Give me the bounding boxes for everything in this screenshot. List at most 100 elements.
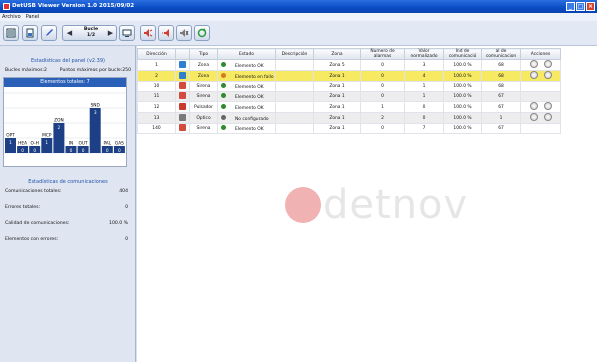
cell-alarmas: 1 — [360, 101, 405, 113]
chart-bar-label: ZON — [54, 118, 64, 124]
cell-estado: Elemento OK — [217, 123, 276, 134]
column-header[interactable]: Zona — [313, 48, 361, 60]
column-header[interactable]: al de comunicacion — [481, 48, 521, 60]
menu-panel[interactable]: Panel — [26, 13, 40, 21]
table-row[interactable]: 11 Sirena Elemento OK Zona 1 0 1 100.0 % 67 — [137, 91, 561, 102]
stat-row: Calidad de comunicaciones: 100.0 % — [0, 221, 136, 226]
cell-acciones — [520, 112, 561, 124]
maximize-button[interactable]: □ — [576, 2, 585, 11]
cell-direccion: 12 — [137, 101, 176, 113]
cell-ind-comunicacion: 100.0 % — [443, 81, 482, 92]
cell-type-icon — [175, 101, 190, 113]
loop-pager: ◀ Bucle 1/2 ▶ — [62, 25, 117, 41]
cell-direccion: 10 — [137, 81, 176, 92]
cell-al-comunicacion: 67 — [481, 101, 521, 113]
document-icon — [26, 28, 34, 38]
monitor-icon — [122, 29, 132, 37]
prev-loop-icon[interactable]: ◀ — [65, 29, 74, 38]
cell-zona: Zona 1 — [313, 112, 361, 124]
cell-tipo: Sirena — [189, 123, 218, 134]
list-view-button[interactable] — [3, 25, 19, 41]
sirens-off-button[interactable] — [176, 25, 192, 41]
cell-estado: Elemento OK — [217, 59, 276, 71]
table-row[interactable]: 2 Zona Elemento en fallo Zona 1 0 4 100.0 % 68 — [137, 70, 561, 82]
column-header[interactable]: Numero de alarmas — [360, 48, 405, 60]
chart-bar-count: 2 — [58, 125, 61, 131]
stat-label: Calidad de comunicaciones: — [5, 221, 70, 226]
action-alarm-icon[interactable] — [543, 102, 552, 110]
column-header-icon[interactable] — [175, 48, 190, 60]
menu-archivo[interactable]: Archivo — [2, 13, 21, 21]
column-header[interactable]: Valor normalizado — [404, 48, 444, 60]
cell-al-comunicacion: 1 — [481, 112, 521, 124]
column-header[interactable]: Ind de comunicació — [443, 48, 482, 60]
stat-value: 404 — [119, 189, 128, 194]
action-alarm-icon[interactable] — [543, 71, 552, 79]
cell-ind-comunicacion: 100.0 % — [443, 112, 482, 124]
chart-bar-count: 0 — [70, 148, 73, 154]
close-button[interactable]: × — [586, 2, 595, 11]
column-header[interactable]: Descripción — [275, 48, 314, 60]
table-row[interactable]: 140 Sirena Elemento OK Zona 1 0 7 100.0 % 67 — [137, 123, 561, 134]
document-button[interactable] — [22, 25, 38, 41]
stat-value: 100.0 % — [109, 221, 128, 226]
status-shield-icon — [221, 93, 226, 98]
action-test-icon[interactable] — [529, 113, 538, 121]
column-header[interactable]: Estado — [217, 48, 276, 60]
cell-alarmas: 0 — [360, 123, 405, 134]
cell-alarmas: 0 — [360, 70, 405, 82]
cell-estado: Elemento en fallo — [217, 70, 276, 82]
chart-bar-count: 0 — [106, 148, 109, 154]
stat-value: 0 — [125, 237, 128, 242]
cell-valor: 1 — [404, 91, 444, 102]
minimize-button[interactable]: _ — [566, 2, 575, 11]
table-row[interactable]: 1 Zona Elemento OK Zona 5 0 3 100.0 % 68 — [137, 59, 561, 71]
table-row[interactable]: 10 Sirena Elemento OK Zona 1 0 1 100.0 % 68 — [137, 81, 561, 92]
chart-bar-label: OPT — [6, 133, 15, 139]
chart-bar-count: 0 — [21, 148, 24, 154]
cell-type-icon — [175, 59, 190, 71]
menu-bar: Archivo Panel — [0, 13, 597, 21]
action-alarm-icon[interactable] — [543, 60, 552, 68]
chart-bar-count: 0 — [33, 148, 36, 154]
sirens-on-button[interactable] — [140, 25, 156, 41]
status-text: Elemento OK — [235, 63, 264, 69]
speaker-icon — [162, 29, 169, 37]
edit-button[interactable] — [41, 25, 57, 41]
status-shield-icon — [221, 61, 226, 67]
action-test-icon[interactable] — [529, 102, 538, 110]
cell-estado: No configurado — [217, 112, 276, 124]
chart-bar-count: 0 — [82, 148, 85, 154]
status-text: Elemento en fallo — [235, 74, 274, 80]
device-type-icon — [179, 92, 186, 99]
stat-label: Errores totales: — [5, 205, 41, 210]
cell-valor: 7 — [404, 123, 444, 134]
action-alarm-icon[interactable] — [543, 113, 552, 121]
table-row[interactable]: 13 Óptico No configurado Zona 1 2 0 100.0 % 1 — [137, 112, 561, 124]
cell-al-comunicacion: 67 — [481, 123, 521, 134]
refresh-button[interactable] — [194, 25, 210, 41]
cell-acciones — [520, 101, 561, 113]
column-header[interactable]: Dirección — [137, 48, 176, 60]
monitor-button[interactable] — [119, 25, 135, 41]
stats-sidebar: Estadísticas del panel (v2.39) Bucles má… — [0, 46, 136, 362]
column-header[interactable]: Acciones — [520, 48, 561, 60]
status-shield-icon — [221, 125, 226, 130]
pager-value: 1/2 — [86, 33, 96, 38]
sirens-alt-button[interactable] — [158, 25, 174, 41]
cell-tipo: Óptico — [189, 112, 218, 124]
status-shield-icon — [221, 114, 226, 120]
table-row[interactable]: 12 Pulsador Elemento OK Zona 1 1 0 100.0 % 67 — [137, 101, 561, 113]
next-loop-icon[interactable]: ▶ — [106, 29, 115, 38]
action-test-icon[interactable] — [529, 71, 538, 79]
cell-valor: 1 — [404, 81, 444, 92]
stat-label: Elementos con errores: — [5, 237, 59, 242]
cell-al-comunicacion: 68 — [481, 70, 521, 82]
speaker-on-icon — [144, 29, 153, 37]
stat-row: Comunicaciones totales: 404 — [0, 189, 136, 194]
chart-bar-count: 1 — [9, 140, 12, 146]
action-test-icon[interactable] — [529, 60, 538, 68]
cell-acciones — [520, 81, 561, 92]
column-header[interactable]: Tipo — [189, 48, 218, 60]
cell-ind-comunicacion: 100.0 % — [443, 59, 482, 71]
